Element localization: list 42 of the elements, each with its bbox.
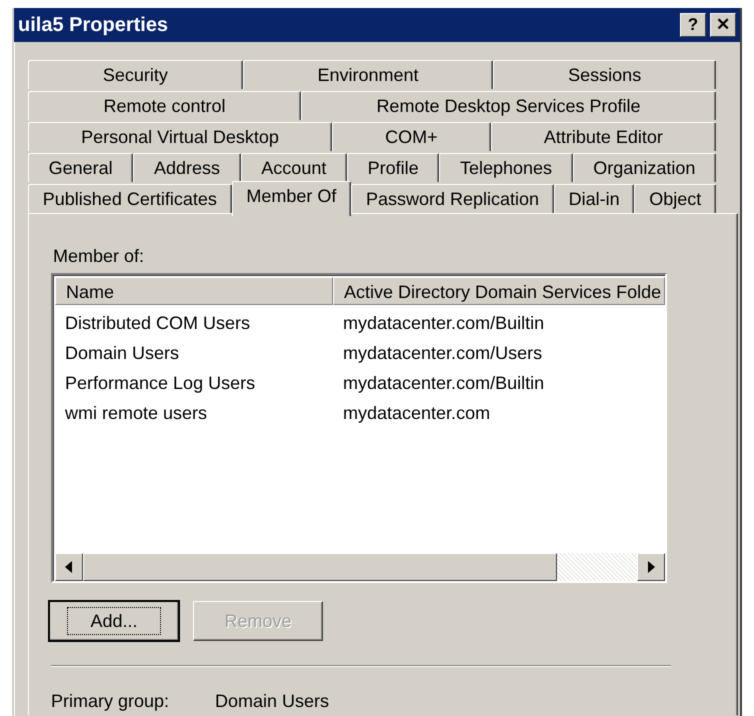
tab[interactable]: Security [28,60,243,89]
tab[interactable]: Environment [242,60,494,89]
table-cell-text: wmi remote users [64,403,208,425]
tab[interactable]: Profile [346,153,440,182]
tab[interactable]: Account [240,153,347,182]
column-header[interactable]: Active Directory Domain Services Folde [333,277,665,305]
table-cell-text: Performance Log Users [64,373,256,395]
tab[interactable]: Personal Virtual Desktop [28,122,332,151]
tab[interactable]: Dial-in [554,184,634,213]
tab[interactable]: Remote Desktop Services Profile [300,91,716,120]
tab[interactable]: Attribute Editor [490,122,716,151]
table-cell-text: Distributed COM Users [64,313,252,335]
table-cell-text: Domain Users [64,343,180,365]
column-header[interactable]: Name [55,277,333,305]
tab[interactable]: Remote control [28,91,301,120]
left-arrow-icon [65,561,73,573]
scroll-right-button[interactable] [637,553,665,581]
scroll-left-button[interactable] [55,553,83,581]
scrollbar-thumb[interactable] [83,553,557,581]
help-button[interactable]: ? [680,13,706,37]
table-cell-text: mydatacenter.com/Users [342,343,544,365]
table-cell-text: mydatacenter.com/Builtin [342,313,546,335]
tab[interactable]: Telephones [439,153,573,182]
close-button[interactable]: ✕ [710,13,736,37]
right-arrow-icon [647,561,655,573]
window-title: uila5 Properties [18,14,170,36]
table-cell-text: mydatacenter.com [342,403,492,425]
horizontal-scrollbar[interactable] [55,553,665,581]
table-cell-text: mydatacenter.com/Builtin [342,373,546,395]
add-button[interactable]: Add... [49,601,179,641]
tab[interactable]: COM+ [332,122,491,151]
primary-group-label: Primary group: [51,691,170,712]
tab[interactable]: Object [634,184,716,213]
tab[interactable]: Address [133,153,241,182]
tab[interactable]: Password Replication [351,184,554,213]
tab[interactable]: General [28,153,134,182]
member-of-label: Member of: [53,246,146,267]
tab[interactable]: Published Certificates [28,184,232,213]
tab[interactable]: Member Of [232,181,352,216]
primary-group-value: Domain Users [215,691,330,712]
tab[interactable]: Sessions [493,60,716,89]
tab[interactable]: Organization [572,153,716,182]
